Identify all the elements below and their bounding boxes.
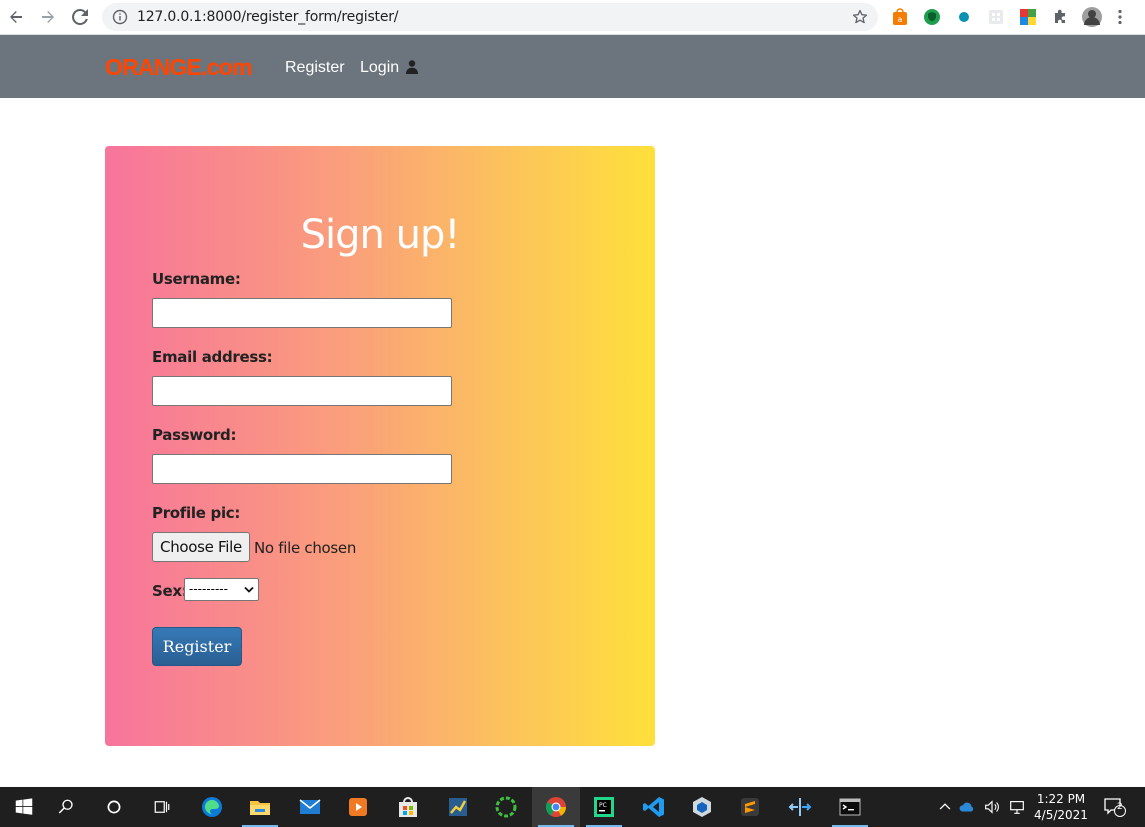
windows-taskbar: PC 1:22 PM 4/5/2021 2	[0, 787, 1145, 827]
browser-toolbar: 127.0.0.1:8000/register_form/register/ a	[0, 0, 1145, 35]
taskbar-file-explorer[interactable]	[236, 787, 284, 827]
taskbar-pycharm[interactable]: PC	[580, 787, 628, 827]
more-menu-icon[interactable]	[1111, 8, 1129, 26]
windows-logo-icon	[15, 798, 33, 815]
puzzle-extensions-icon[interactable]	[1051, 8, 1069, 26]
profile-pic-label: Profile pic:	[152, 504, 241, 522]
volume-tray[interactable]	[983, 797, 1001, 817]
terminal-icon	[839, 798, 861, 816]
taskbar-app-yellow[interactable]	[434, 787, 482, 827]
show-hidden-icons-button[interactable]	[936, 797, 954, 817]
taskbar-store[interactable]	[384, 787, 432, 827]
reload-icon	[72, 9, 88, 25]
username-label: Username:	[152, 270, 241, 288]
grid-extension-icon[interactable]	[987, 8, 1005, 26]
reload-button[interactable]	[68, 5, 92, 29]
register-submit-button[interactable]: Register	[152, 627, 242, 666]
site-navbar: ORANGE.com Register Login	[0, 35, 1145, 98]
email-input[interactable]	[152, 376, 452, 406]
choose-file-button[interactable]: Choose File	[152, 532, 250, 562]
app-graph-icon	[449, 798, 467, 816]
user-icon	[406, 60, 418, 74]
chevron-up-icon	[939, 803, 951, 810]
taskbar-vscode[interactable]	[630, 787, 678, 827]
virtualbox-cube-icon	[693, 797, 711, 817]
arrow-left-icon	[10, 11, 22, 23]
forward-button[interactable]	[36, 5, 60, 29]
sublime-text-icon	[741, 798, 759, 816]
taskbar-chrome[interactable]	[532, 787, 580, 827]
nav-link-login[interactable]: Login	[360, 59, 399, 77]
task-view-button[interactable]	[138, 787, 186, 827]
brand-logo[interactable]: ORANGE.com	[105, 54, 252, 81]
store-bag-icon	[399, 797, 417, 817]
sex-select[interactable]: ---------	[184, 578, 259, 601]
clock-time: 1:22 PM	[1036, 792, 1086, 806]
taskbar-app-split[interactable]	[776, 787, 824, 827]
media-player-icon	[349, 798, 367, 816]
file-status-text: No file chosen	[254, 539, 357, 557]
taskbar-app-green-ring[interactable]	[482, 787, 530, 827]
nav-link-register[interactable]: Register	[285, 59, 345, 77]
split-arrows-icon	[788, 798, 812, 816]
task-view-icon	[154, 801, 170, 813]
taskbar-mail[interactable]	[286, 787, 334, 827]
clock-date: 4/5/2021	[1034, 808, 1088, 822]
pycharm-icon: PC	[594, 797, 614, 817]
shopping-extension-icon[interactable]: a	[891, 8, 909, 26]
network-monitor-icon	[1010, 801, 1024, 814]
network-tray[interactable]	[1008, 797, 1026, 817]
sex-selected-value: ---------	[189, 582, 228, 596]
password-input[interactable]	[152, 454, 452, 484]
notification-icon	[1104, 798, 1126, 817]
notification-count: 2	[1117, 802, 1123, 812]
bookmark-star-icon[interactable]	[852, 9, 868, 25]
chrome-icon	[545, 797, 567, 817]
action-center-button[interactable]: 2	[1103, 797, 1127, 817]
url-text[interactable]: 127.0.0.1:8000/register_form/register/	[137, 9, 399, 25]
dot-extension-icon[interactable]	[955, 8, 973, 26]
sex-label: Sex:	[152, 582, 188, 600]
chevron-down-icon	[244, 586, 254, 593]
taskbar-edge[interactable]	[188, 787, 236, 827]
svg-text:a: a	[898, 15, 903, 24]
cloud-icon	[959, 802, 974, 812]
color-extension-icon[interactable]	[1019, 8, 1037, 26]
onedrive-tray[interactable]	[958, 797, 976, 817]
email-label: Email address:	[152, 348, 273, 366]
cortana-ring-icon	[107, 800, 121, 814]
profile-avatar[interactable]	[1081, 6, 1103, 28]
form-title: Sign up!	[300, 212, 461, 258]
taskbar-virtualbox[interactable]	[678, 787, 726, 827]
speaker-icon	[985, 800, 999, 814]
taskbar-terminal[interactable]	[826, 787, 874, 827]
green-ring-icon	[495, 796, 517, 818]
edge-browser-icon	[202, 797, 222, 817]
mail-icon	[299, 799, 321, 814]
svg-text:PC: PC	[599, 802, 607, 809]
taskbar-search-button[interactable]	[42, 787, 90, 827]
password-label: Password:	[152, 426, 237, 444]
vscode-icon	[643, 797, 664, 817]
search-icon	[58, 799, 73, 814]
system-clock[interactable]: 1:22 PM 4/5/2021	[1030, 791, 1092, 823]
back-button[interactable]	[4, 5, 28, 29]
username-input[interactable]	[152, 298, 452, 328]
address-bar[interactable]: 127.0.0.1:8000/register_form/register/	[102, 3, 878, 31]
taskbar-media-player[interactable]	[334, 787, 382, 827]
info-icon[interactable]	[112, 9, 128, 25]
folder-icon	[250, 801, 270, 815]
signup-card: Sign up! Username: Email address: Passwo…	[105, 146, 655, 746]
windows-start-button[interactable]	[0, 787, 48, 827]
cortana-button[interactable]	[90, 787, 138, 827]
arrow-right-icon	[42, 11, 54, 23]
shield-extension-icon[interactable]	[923, 8, 941, 26]
taskbar-sublime[interactable]	[726, 787, 774, 827]
